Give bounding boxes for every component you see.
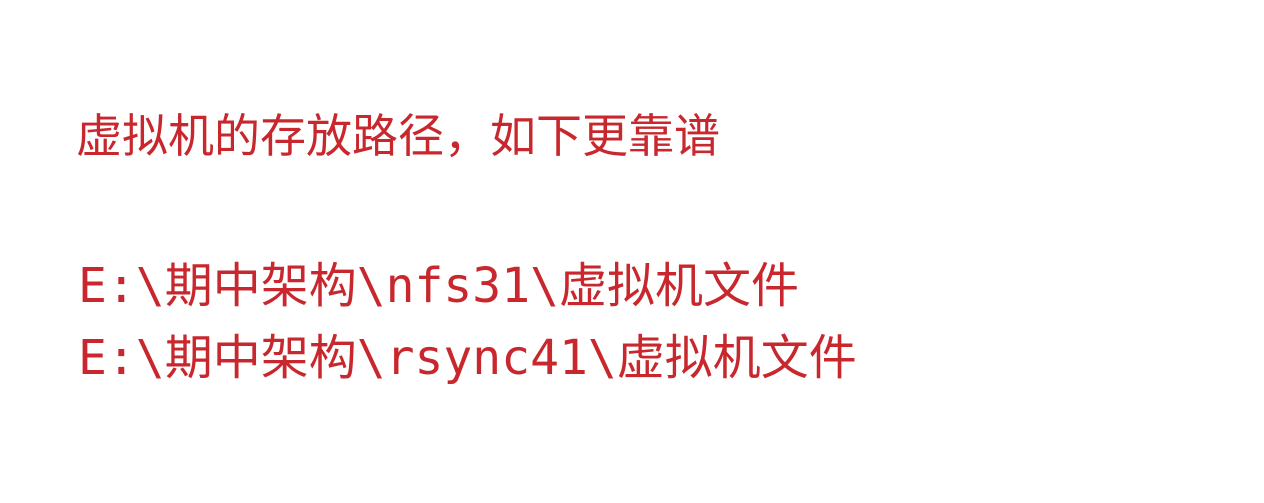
note-page: 虚拟机的存放路径，如下更靠谱 E:\期中架构\nfs31\虚拟机文件 E:\期中… (0, 0, 1264, 503)
vm-path-rsync41: E:\期中架构\rsync41\虚拟机文件 (78, 330, 857, 386)
vm-path-nfs31: E:\期中架构\nfs31\虚拟机文件 (78, 258, 799, 314)
note-heading: 虚拟机的存放路径，如下更靠谱 (76, 109, 720, 163)
